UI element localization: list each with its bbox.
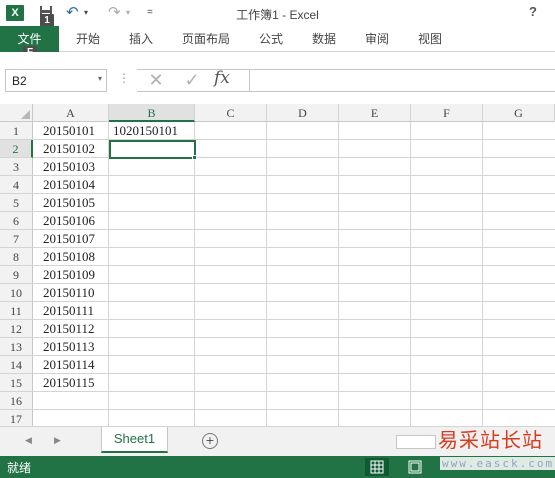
- cell-a6[interactable]: 20150106: [33, 212, 95, 230]
- row-gridline: [33, 409, 555, 410]
- row-header[interactable]: 10: [0, 284, 33, 302]
- normal-view-icon[interactable]: [365, 458, 389, 476]
- horizontal-scrollbar[interactable]: [396, 435, 436, 449]
- row-header[interactable]: 14: [0, 356, 33, 374]
- cell-a3[interactable]: 20150103: [33, 158, 95, 176]
- tab-insert[interactable]: 插入: [123, 26, 159, 52]
- row-gridline: [33, 247, 555, 248]
- column-gridline: [410, 122, 411, 426]
- tab-review[interactable]: 审阅: [359, 26, 395, 52]
- column-header-a[interactable]: A: [33, 104, 109, 122]
- cell-a11[interactable]: 20150111: [33, 302, 94, 320]
- enter-icon[interactable]: ✓: [178, 69, 206, 92]
- help-button[interactable]: ?: [529, 4, 537, 19]
- row-header[interactable]: 7: [0, 230, 33, 248]
- row-header[interactable]: 9: [0, 266, 33, 284]
- tab-data[interactable]: 数据: [306, 26, 342, 52]
- cell-a9[interactable]: 20150109: [33, 266, 95, 284]
- row-header[interactable]: 4: [0, 176, 33, 194]
- row-header[interactable]: 6: [0, 212, 33, 230]
- cell-b1[interactable]: 1020150101: [109, 122, 178, 140]
- row-gridline: [33, 283, 555, 284]
- row-gridline: [33, 193, 555, 194]
- column-header-e[interactable]: E: [339, 104, 411, 122]
- name-box-value: B2: [12, 74, 27, 88]
- name-box[interactable]: B2 ▾: [5, 69, 107, 92]
- column-header-g[interactable]: G: [483, 104, 555, 122]
- chevron-down-icon[interactable]: ▾: [98, 74, 102, 83]
- row-header[interactable]: 11: [0, 302, 33, 320]
- row-gridline: [33, 355, 555, 356]
- column-header-d[interactable]: D: [267, 104, 339, 122]
- sheet-tab-sheet1[interactable]: Sheet1: [101, 427, 168, 453]
- column-header-b[interactable]: B: [109, 104, 195, 122]
- worksheet-grid[interactable]: A B C D E F G 1 2 3 4 5 6 7 8 9 10 11 12…: [0, 104, 555, 426]
- row-gridline: [33, 265, 555, 266]
- cell-a14[interactable]: 20150114: [33, 356, 95, 374]
- row-header[interactable]: 16: [0, 392, 33, 410]
- row-gridline: [33, 229, 555, 230]
- page-layout-view-icon[interactable]: [403, 458, 427, 476]
- new-sheet-icon[interactable]: +: [202, 433, 218, 449]
- tab-home[interactable]: 开始: [70, 26, 106, 52]
- row-header[interactable]: 17: [0, 410, 33, 426]
- cell-a12[interactable]: 20150112: [33, 320, 95, 338]
- row-header[interactable]: 5: [0, 194, 33, 212]
- select-all-button[interactable]: [0, 104, 33, 122]
- column-gridline: [266, 122, 267, 426]
- cell-a1[interactable]: 20150101: [33, 122, 95, 140]
- formula-bar: B2 ▾ ⋮ ✕ ✓ fx: [0, 52, 555, 104]
- ribbon-tabs: 文件 F 开始 插入 页面布局 公式 数据 审阅 视图: [0, 26, 555, 60]
- formula-input[interactable]: [249, 69, 555, 92]
- column-header-f[interactable]: F: [411, 104, 483, 122]
- column-gridline: [194, 122, 195, 426]
- row-gridline: [33, 301, 555, 302]
- row-header[interactable]: 2: [0, 140, 33, 158]
- row-gridline: [33, 175, 555, 176]
- watermark-logo: 易采站长站: [438, 428, 543, 452]
- insert-function-icon[interactable]: fx: [214, 68, 230, 88]
- cancel-icon[interactable]: ✕: [142, 69, 170, 92]
- column-gridline: [338, 122, 339, 426]
- row-gridline: [33, 211, 555, 212]
- row-header[interactable]: 12: [0, 320, 33, 338]
- row-header[interactable]: 15: [0, 374, 33, 392]
- cell-a4[interactable]: 20150104: [33, 176, 95, 194]
- tab-formulas[interactable]: 公式: [253, 26, 289, 52]
- row-header[interactable]: 13: [0, 338, 33, 356]
- cell-a7[interactable]: 20150107: [33, 230, 95, 248]
- status-text: 就绪: [7, 461, 32, 475]
- row-gridline: [33, 391, 555, 392]
- row-header[interactable]: 1: [0, 122, 33, 140]
- tab-page-layout[interactable]: 页面布局: [176, 26, 236, 52]
- active-cell-b2[interactable]: [109, 140, 196, 159]
- column-gridline: [482, 122, 483, 426]
- tab-view[interactable]: 视图: [412, 26, 448, 52]
- row-gridline: [33, 337, 555, 338]
- cell-a2[interactable]: 20150102: [33, 140, 95, 158]
- previous-sheet-icon[interactable]: ◀: [25, 435, 32, 446]
- cell-a13[interactable]: 20150113: [33, 338, 95, 356]
- fill-handle[interactable]: [192, 155, 197, 160]
- formula-bar-grip-icon[interactable]: ⋮: [118, 71, 130, 85]
- window-title: 工作簿1 - Excel: [236, 8, 319, 22]
- select-all-icon: [21, 110, 30, 119]
- next-sheet-icon[interactable]: ▶: [54, 435, 61, 446]
- cell-a5[interactable]: 20150105: [33, 194, 95, 212]
- watermark-url: www.easck.com: [440, 457, 555, 470]
- cell-a8[interactable]: 20150108: [33, 248, 95, 266]
- cell-a15[interactable]: 20150115: [33, 374, 95, 392]
- title-bar: X 1 ↶ ▾ ↷ ▾ = 工作簿1 - Excel ?: [0, 0, 555, 28]
- row-header[interactable]: 3: [0, 158, 33, 176]
- row-header[interactable]: 8: [0, 248, 33, 266]
- row-gridline: [33, 373, 555, 374]
- row-gridline: [33, 319, 555, 320]
- column-header-c[interactable]: C: [195, 104, 267, 122]
- column-gridline: [108, 122, 109, 426]
- cell-a10[interactable]: 20150110: [33, 284, 95, 302]
